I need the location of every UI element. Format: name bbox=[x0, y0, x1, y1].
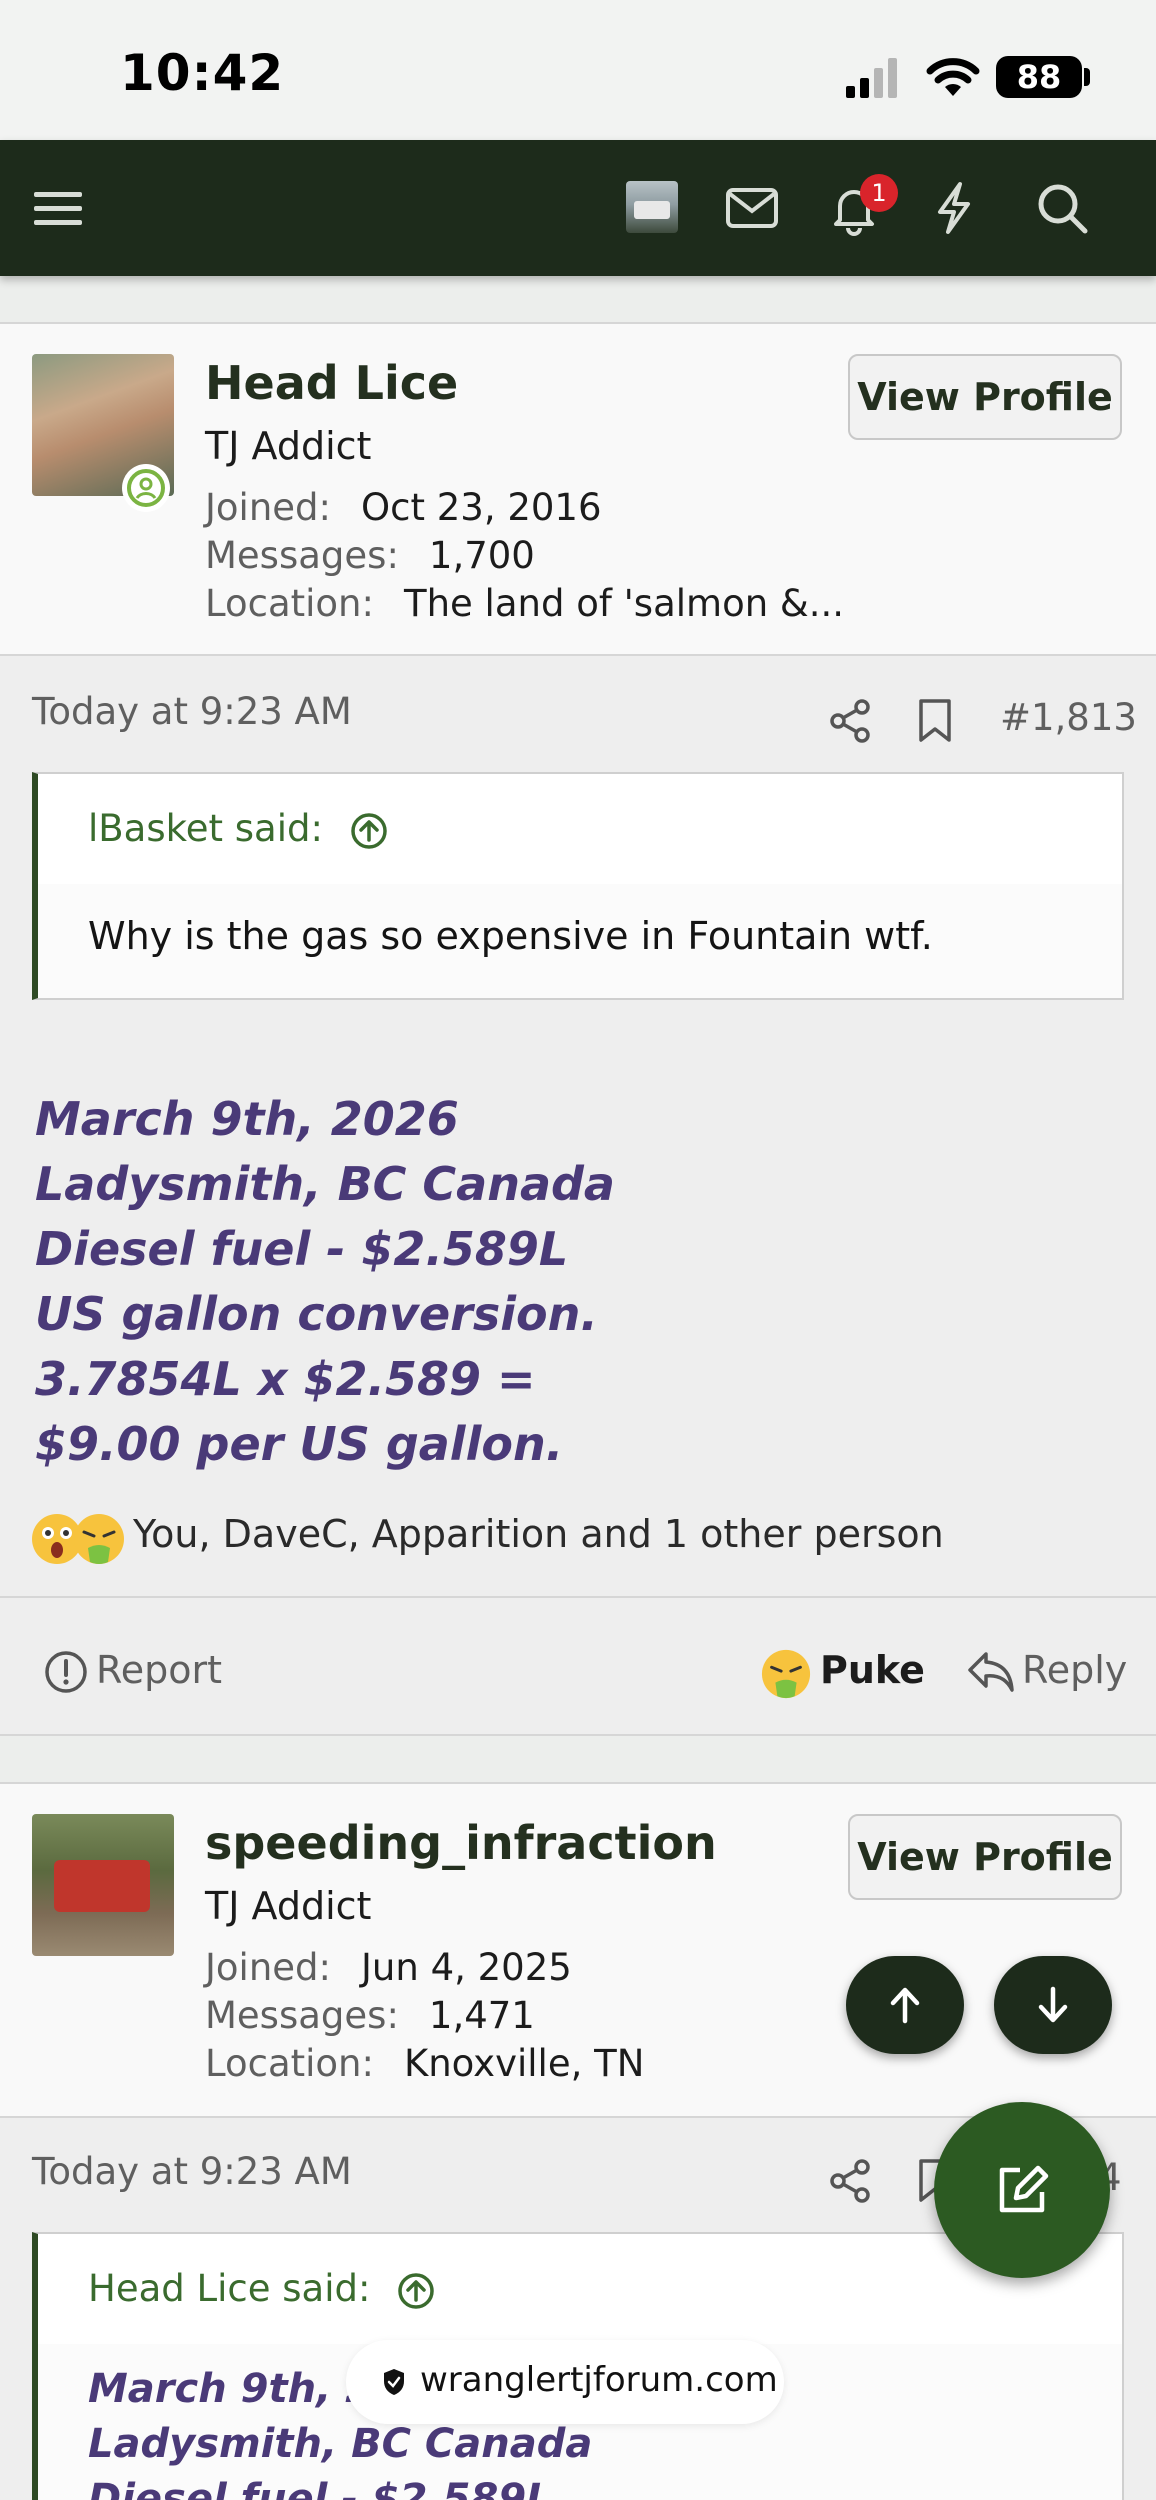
puke-reaction-icon[interactable] bbox=[760, 1648, 812, 1700]
post-body-line: March 9th, 2026 bbox=[35, 1092, 459, 1146]
view-profile-button[interactable]: View Profile bbox=[848, 354, 1122, 440]
joined-label: Joined: bbox=[205, 486, 331, 529]
post-body-line: $9.00 per US gallon. bbox=[35, 1417, 564, 1471]
compose-reply-button[interactable] bbox=[934, 2102, 1110, 2278]
user-title: TJ Addict bbox=[205, 1884, 372, 1928]
quote-attribution[interactable]: lBasket said: bbox=[38, 774, 1122, 884]
scroll-to-top-button[interactable] bbox=[846, 1956, 964, 2054]
quote-text: Why is the gas so expensive in Fountain … bbox=[88, 914, 933, 958]
whats-new-bolt-icon[interactable] bbox=[926, 180, 982, 236]
scroll-to-bottom-button[interactable] bbox=[994, 1956, 1112, 2054]
report-button[interactable]: Report bbox=[96, 1648, 222, 1692]
username[interactable]: Head Lice bbox=[205, 356, 458, 410]
arrow-down-icon bbox=[1038, 1986, 1068, 2023]
messages-row: Messages: 1,471 bbox=[205, 1994, 535, 2037]
inbox-envelope-icon[interactable] bbox=[724, 180, 780, 236]
user-avatar[interactable] bbox=[32, 1814, 174, 1956]
report-icon[interactable] bbox=[44, 1650, 88, 1694]
jump-to-quote-icon[interactable] bbox=[396, 2271, 436, 2311]
joined-value: Oct 23, 2016 bbox=[361, 486, 602, 529]
location-value[interactable]: The land of 'salmon &... bbox=[404, 582, 844, 625]
post-timestamp[interactable]: Today at 9:23 AM bbox=[32, 2150, 352, 2193]
avatar-jeep-image bbox=[634, 201, 670, 219]
status-time: 10:42 bbox=[120, 44, 285, 102]
share-icon[interactable] bbox=[828, 698, 874, 744]
messages-value[interactable]: 1,471 bbox=[429, 1994, 535, 2037]
url-text: wranglertjforum.com bbox=[420, 2360, 778, 2400]
messages-label: Messages: bbox=[205, 1994, 399, 2037]
post-author-panel: speeding_infraction TJ Addict Joined: Jun… bbox=[0, 1782, 1156, 2118]
quote-line: Ladysmith, BC Canada bbox=[88, 2421, 593, 2467]
avatar-red-jeep-image bbox=[54, 1860, 150, 1912]
location-label: Location: bbox=[205, 582, 374, 625]
account-avatar[interactable] bbox=[626, 181, 678, 233]
battery-cap bbox=[1084, 68, 1090, 86]
forum-nav-bar: 1 bbox=[0, 140, 1156, 276]
online-status-icon bbox=[122, 464, 170, 512]
view-profile-button[interactable]: View Profile bbox=[848, 1814, 1122, 1900]
secure-shield-icon bbox=[384, 2369, 404, 2395]
reply-arrow-icon[interactable] bbox=[966, 1650, 1016, 1694]
post-body-line: Ladysmith, BC Canada bbox=[35, 1157, 615, 1211]
messages-row: Messages: 1,700 bbox=[205, 534, 535, 577]
share-icon[interactable] bbox=[828, 2158, 874, 2204]
location-value[interactable]: Knoxville, TN bbox=[404, 2042, 644, 2085]
notification-count-badge: 1 bbox=[860, 174, 898, 212]
puke-reaction-button[interactable]: Puke bbox=[820, 1648, 925, 1692]
joined-value: Jun 4, 2025 bbox=[361, 1946, 572, 1989]
puke-emoji-icon[interactable] bbox=[72, 1512, 126, 1566]
location-row: Location: The land of 'salmon &... bbox=[205, 582, 844, 625]
reaction-summary-link[interactable]: You, DaveC, Apparition and 1 other perso… bbox=[133, 1512, 944, 1556]
hamburger-menu-icon[interactable] bbox=[30, 180, 86, 236]
messages-value[interactable]: 1,700 bbox=[429, 534, 535, 577]
jump-to-quote-icon[interactable] bbox=[349, 811, 389, 851]
user-title: TJ Addict bbox=[205, 424, 372, 468]
post-body-line: Diesel fuel - $2.589L bbox=[35, 1222, 569, 1276]
post-body-line: US gallon conversion. bbox=[35, 1287, 598, 1341]
post-number-link[interactable]: #1,813 bbox=[1000, 696, 1137, 739]
post-author-panel: Head Lice TJ Addict Joined: Oct 23, 2016 … bbox=[0, 322, 1156, 656]
post-body-line: 3.7854L x $2.589 = bbox=[35, 1352, 536, 1406]
quote-block: lBasket said: Why is the gas so expensiv… bbox=[32, 772, 1124, 1000]
location-row: Location: Knoxville, TN bbox=[205, 2042, 644, 2085]
messages-label: Messages: bbox=[205, 534, 399, 577]
joined-row: Joined: Jun 4, 2025 bbox=[205, 1946, 572, 1989]
post-timestamp[interactable]: Today at 9:23 AM bbox=[32, 690, 352, 733]
quote-line: Diesel fuel - $2.589L bbox=[88, 2476, 552, 2500]
post-actions-row: Report Puke Reply bbox=[0, 1596, 1156, 1736]
reply-button[interactable]: Reply bbox=[1022, 1648, 1127, 1692]
quote-author[interactable]: lBasket said: bbox=[88, 807, 323, 850]
compose-edit-icon bbox=[999, 2165, 1049, 2213]
browser-url-pill[interactable]: wranglertjforum.com bbox=[346, 2340, 784, 2424]
search-icon[interactable] bbox=[1034, 180, 1090, 236]
quote-author[interactable]: Head Lice said: bbox=[88, 2267, 370, 2310]
username[interactable]: speeding_infraction bbox=[205, 1816, 717, 1870]
cellular-signal-icon bbox=[846, 58, 897, 98]
location-label: Location: bbox=[205, 2042, 374, 2085]
bookmark-icon[interactable] bbox=[916, 698, 954, 744]
wifi-icon bbox=[926, 58, 980, 96]
joined-label: Joined: bbox=[205, 1946, 331, 1989]
status-bar: 10:42 88 bbox=[0, 0, 1156, 140]
joined-row: Joined: Oct 23, 2016 bbox=[205, 486, 602, 529]
battery-icon: 88 bbox=[996, 56, 1082, 98]
arrow-up-icon bbox=[890, 1987, 920, 2024]
